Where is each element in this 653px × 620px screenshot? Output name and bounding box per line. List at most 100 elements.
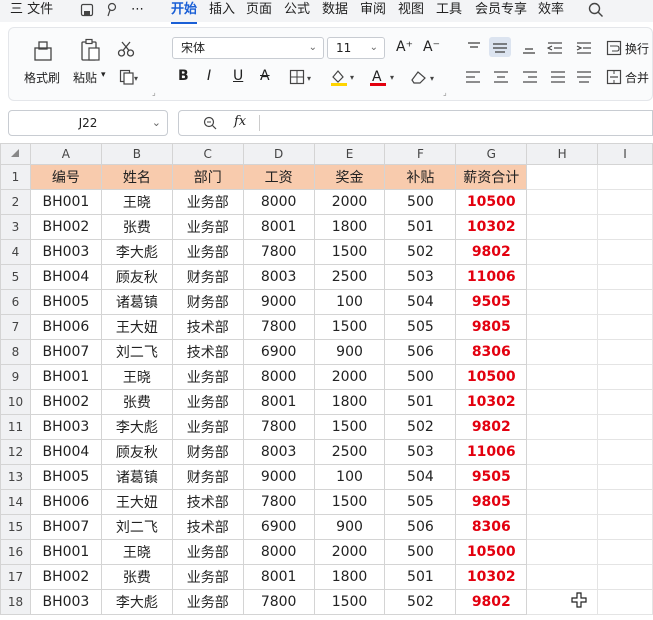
data-cell[interactable]: 业务部 bbox=[171, 239, 244, 265]
justify-icon[interactable] bbox=[550, 70, 566, 88]
formula-input[interactable]: fx bbox=[178, 110, 653, 136]
cut-icon[interactable] bbox=[117, 40, 135, 62]
empty-cell[interactable] bbox=[526, 489, 599, 515]
column-header-d[interactable]: D bbox=[242, 143, 315, 165]
data-cell[interactable]: 8001 bbox=[242, 564, 315, 590]
row-header[interactable]: 6 bbox=[0, 289, 31, 315]
empty-cell[interactable] bbox=[597, 364, 653, 390]
total-cell[interactable]: 11006 bbox=[455, 264, 528, 290]
format-painter-small-icon[interactable] bbox=[104, 2, 118, 22]
data-cell[interactable]: BH006 bbox=[29, 489, 102, 515]
row-header[interactable]: 5 bbox=[0, 264, 31, 290]
row-header[interactable]: 10 bbox=[0, 389, 31, 415]
total-cell[interactable]: 9505 bbox=[455, 464, 528, 490]
total-cell[interactable]: 10500 bbox=[455, 364, 528, 390]
menu-view[interactable]: 视图 bbox=[398, 0, 424, 22]
total-cell[interactable]: 10302 bbox=[455, 389, 528, 415]
data-cell[interactable]: 1500 bbox=[313, 314, 386, 340]
row-header[interactable]: 4 bbox=[0, 239, 31, 265]
header-cell[interactable]: 奖金 bbox=[313, 164, 386, 190]
data-cell[interactable]: 业务部 bbox=[171, 589, 244, 615]
data-cell[interactable]: 506 bbox=[384, 339, 457, 365]
data-cell[interactable]: 8001 bbox=[242, 214, 315, 240]
menu-tools[interactable]: 工具 bbox=[436, 0, 462, 22]
align-bottom-icon[interactable] bbox=[522, 41, 536, 59]
decrease-font-icon[interactable]: A⁻ bbox=[423, 39, 440, 55]
data-cell[interactable]: 900 bbox=[313, 339, 386, 365]
empty-cell[interactable] bbox=[526, 289, 599, 315]
data-cell[interactable]: 技术部 bbox=[171, 489, 244, 515]
column-header-f[interactable]: F bbox=[384, 143, 457, 165]
data-cell[interactable]: 501 bbox=[384, 389, 457, 415]
row-header[interactable]: 17 bbox=[0, 564, 31, 590]
total-cell[interactable]: 9505 bbox=[455, 289, 528, 315]
data-cell[interactable]: 8003 bbox=[242, 439, 315, 465]
data-cell[interactable]: 王大妞 bbox=[100, 489, 173, 515]
data-cell[interactable]: 李大彪 bbox=[100, 239, 173, 265]
data-cell[interactable]: 6900 bbox=[242, 514, 315, 540]
row-header[interactable]: 13 bbox=[0, 464, 31, 490]
data-cell[interactable]: BH007 bbox=[29, 339, 102, 365]
data-cell[interactable]: 501 bbox=[384, 564, 457, 590]
empty-cell[interactable] bbox=[597, 514, 653, 540]
data-cell[interactable]: 财务部 bbox=[171, 439, 244, 465]
menu-member[interactable]: 会员专享 bbox=[475, 0, 527, 22]
data-cell[interactable]: 503 bbox=[384, 439, 457, 465]
column-header-h[interactable]: H bbox=[526, 143, 599, 165]
data-cell[interactable]: 王大妞 bbox=[100, 314, 173, 340]
data-cell[interactable]: 504 bbox=[384, 289, 457, 315]
row-header[interactable]: 11 bbox=[0, 414, 31, 440]
data-cell[interactable]: 财务部 bbox=[171, 464, 244, 490]
data-cell[interactable]: 1500 bbox=[313, 589, 386, 615]
data-cell[interactable]: 业务部 bbox=[171, 189, 244, 215]
data-cell[interactable]: 8000 bbox=[242, 189, 315, 215]
empty-cell[interactable] bbox=[597, 439, 653, 465]
empty-cell[interactable] bbox=[526, 414, 599, 440]
data-cell[interactable]: 100 bbox=[313, 464, 386, 490]
data-cell[interactable]: 张费 bbox=[100, 389, 173, 415]
align-right-icon[interactable] bbox=[522, 70, 538, 88]
menu-home[interactable]: 开始 bbox=[171, 0, 198, 24]
empty-cell[interactable] bbox=[526, 339, 599, 365]
data-cell[interactable]: BH005 bbox=[29, 289, 102, 315]
header-cell[interactable]: 编号 bbox=[29, 164, 102, 190]
data-cell[interactable]: BH001 bbox=[29, 189, 102, 215]
data-cell[interactable]: 502 bbox=[384, 239, 457, 265]
menu-data[interactable]: 数据 bbox=[322, 0, 348, 22]
data-cell[interactable]: BH003 bbox=[29, 414, 102, 440]
format-painter-icon[interactable] bbox=[32, 40, 54, 66]
column-header-c[interactable]: C bbox=[171, 143, 244, 165]
search-icon[interactable] bbox=[588, 2, 604, 22]
empty-cell[interactable] bbox=[597, 214, 653, 240]
data-cell[interactable]: 504 bbox=[384, 464, 457, 490]
data-cell[interactable]: 业务部 bbox=[171, 214, 244, 240]
header-cell[interactable]: 部门 bbox=[171, 164, 244, 190]
empty-cell[interactable] bbox=[597, 539, 653, 565]
clipboard-expand-icon[interactable]: ⌟ bbox=[152, 88, 156, 97]
fill-color-icon[interactable]: ▾ bbox=[329, 68, 359, 90]
header-cell[interactable]: 薪资合计 bbox=[455, 164, 528, 190]
menu-insert[interactable]: 插入 bbox=[209, 0, 235, 22]
row-header[interactable]: 15 bbox=[0, 514, 31, 540]
data-cell[interactable]: 1500 bbox=[313, 414, 386, 440]
more-icon[interactable]: ⋯ bbox=[131, 0, 144, 22]
empty-cell[interactable] bbox=[597, 414, 653, 440]
empty-cell[interactable] bbox=[597, 164, 653, 190]
data-cell[interactable]: 7800 bbox=[242, 314, 315, 340]
row-header[interactable]: 16 bbox=[0, 539, 31, 565]
empty-cell[interactable] bbox=[597, 464, 653, 490]
data-cell[interactable]: 业务部 bbox=[171, 414, 244, 440]
data-cell[interactable]: 506 bbox=[384, 514, 457, 540]
save-icon[interactable] bbox=[80, 3, 94, 21]
row-header[interactable]: 8 bbox=[0, 339, 31, 365]
data-cell[interactable]: 7800 bbox=[242, 414, 315, 440]
data-cell[interactable]: 张费 bbox=[100, 564, 173, 590]
data-cell[interactable]: BH004 bbox=[29, 264, 102, 290]
font-expand-icon[interactable]: ⌟ bbox=[443, 88, 447, 97]
data-cell[interactable]: BH006 bbox=[29, 314, 102, 340]
underline-icon[interactable]: U bbox=[233, 68, 243, 84]
empty-cell[interactable] bbox=[597, 264, 653, 290]
paste-dropdown-icon[interactable]: ▾ bbox=[101, 70, 106, 80]
align-center-icon[interactable] bbox=[493, 70, 509, 88]
column-header-e[interactable]: E bbox=[313, 143, 386, 165]
